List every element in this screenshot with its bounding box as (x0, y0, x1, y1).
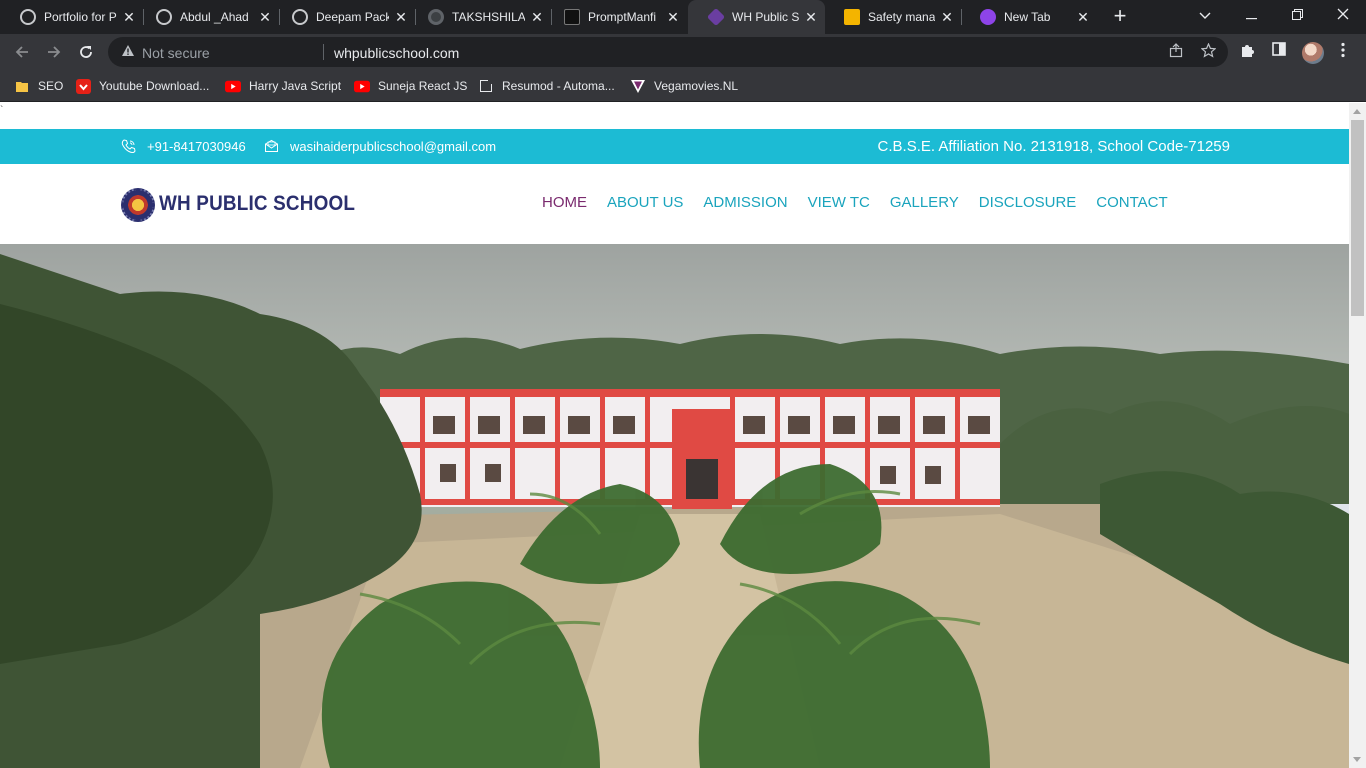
tab-safety-management[interactable]: Safety management ✕ (824, 0, 961, 34)
school-emblem-logo[interactable] (121, 188, 155, 222)
security-status-label[interactable]: Not secure (142, 45, 210, 61)
phone-contact[interactable]: +91-8417030946 (120, 129, 246, 164)
page-icon (478, 78, 494, 94)
warning-triangle-icon[interactable] (120, 44, 136, 60)
site-header: WH PUBLIC SCHOOL HOME ABOUT US ADMISSION… (0, 164, 1349, 244)
tab-wh-public-school[interactable]: WH Public School ✕ (688, 0, 825, 34)
close-tab-icon[interactable]: ✕ (939, 9, 955, 25)
globe-icon (292, 9, 308, 25)
school-campus-photo (0, 244, 1349, 768)
vegamovies-icon (630, 78, 646, 94)
address-bar[interactable]: Not secure whpublicschool.com (108, 37, 1228, 67)
new-tab-icon (980, 9, 996, 25)
stray-character: ` (0, 105, 4, 116)
scroll-up-arrow-icon[interactable] (1353, 109, 1361, 114)
tab-portfolio[interactable]: Portfolio for Portfolio ✕ (0, 0, 143, 34)
more-menu-icon[interactable] (1333, 42, 1353, 62)
browser-toolbar: Not secure whpublicschool.com (0, 34, 1366, 70)
nav-about-us[interactable]: ABOUT US (607, 194, 683, 211)
tab-abdul-ahad[interactable]: Abdul _Ahad ✕ (136, 0, 279, 34)
close-tab-icon[interactable]: ✕ (529, 9, 545, 25)
restore-icon (1291, 9, 1303, 20)
main-nav: HOME ABOUT US ADMISSION VIEW TC GALLERY … (542, 194, 1188, 211)
youtube-icon (354, 78, 370, 94)
email-contact[interactable]: wasihaiderpublicschool@gmail.com (263, 129, 496, 164)
close-icon (1337, 8, 1349, 20)
school-name-logo[interactable]: WH PUBLIC SCHOOL (159, 192, 355, 216)
tab-strip: Portfolio for Portfolio ✕ Abdul _Ahad ✕ … (0, 0, 1366, 34)
bookmark-resumod[interactable]: Resumod - Automa... (478, 76, 615, 96)
restore-button[interactable] (1274, 0, 1320, 30)
globe-icon (156, 9, 172, 25)
graduation-cap-icon (706, 7, 726, 27)
close-tab-icon[interactable]: ✕ (393, 9, 409, 25)
globe-icon (20, 9, 36, 25)
omnibox-divider (323, 44, 324, 60)
close-tab-icon[interactable]: ✕ (803, 9, 819, 25)
back-button[interactable] (8, 38, 36, 66)
new-tab-button[interactable]: + (1108, 5, 1132, 29)
nav-admission[interactable]: ADMISSION (703, 194, 787, 211)
bookmark-youtube-download[interactable]: Youtube Download... (75, 76, 209, 96)
minimize-button[interactable] (1228, 0, 1274, 30)
youtube-icon (225, 78, 241, 94)
url-text[interactable]: whpublicschool.com (334, 45, 459, 61)
envelope-icon (263, 139, 279, 155)
phone-icon (120, 138, 136, 155)
arrow-left-icon (15, 46, 28, 58)
nav-contact[interactable]: CONTACT (1096, 194, 1167, 211)
side-panel-icon[interactable] (1269, 42, 1289, 62)
tab-search-button[interactable] (1182, 0, 1228, 30)
close-window-button[interactable] (1320, 0, 1366, 30)
share-icon[interactable] (1167, 43, 1185, 61)
tab-promptmanfi[interactable]: PromptManfi ✕ (544, 0, 687, 34)
dot-icon (428, 9, 444, 25)
hero-banner-image (0, 244, 1349, 768)
page-viewport: ` +91-8417030946 wasihaiderpublicschool@… (0, 103, 1349, 768)
tab-deepam[interactable]: Deepam Packaging ✕ (272, 0, 415, 34)
prompt-icon (564, 9, 580, 25)
bookmark-seo[interactable]: SEO (14, 76, 63, 96)
reload-icon (80, 46, 92, 58)
nav-disclosure[interactable]: DISCLOSURE (979, 194, 1077, 211)
contact-topbar: +91-8417030946 wasihaiderpublicschool@gm… (0, 129, 1349, 164)
minimize-icon (1245, 18, 1257, 20)
slides-icon (844, 9, 860, 25)
bookmarks-bar: SEO Youtube Download... Harry Java Scrip… (0, 70, 1366, 102)
email-address: wasihaiderpublicschool@gmail.com (290, 139, 497, 154)
close-tab-icon[interactable]: ✕ (257, 9, 273, 25)
page-scrollbar[interactable] (1349, 103, 1366, 768)
reload-button[interactable] (72, 38, 100, 66)
phone-number: +91-8417030946 (147, 139, 246, 154)
close-tab-icon[interactable]: ✕ (665, 9, 681, 25)
scrollbar-thumb[interactable] (1351, 120, 1364, 316)
download-icon (75, 78, 91, 94)
profile-avatar[interactable] (1302, 42, 1324, 64)
nav-gallery[interactable]: GALLERY (890, 194, 959, 211)
tab-takshshila[interactable]: TAKSHSHILA ✕ (408, 0, 551, 34)
extensions-puzzle-icon[interactable] (1237, 42, 1257, 62)
affiliation-text: C.B.S.E. Affiliation No. 2131918, School… (877, 138, 1230, 155)
bookmark-harry-java-script[interactable]: Harry Java Script (225, 76, 341, 96)
scroll-down-arrow-icon[interactable] (1353, 757, 1361, 762)
folder-icon (14, 78, 30, 94)
close-tab-icon[interactable]: ✕ (121, 9, 137, 25)
close-tab-icon[interactable]: ✕ (1075, 9, 1091, 25)
arrow-right-icon (48, 46, 61, 58)
bookmark-star-icon[interactable] (1199, 42, 1217, 61)
bookmark-suneja-react[interactable]: Suneja React JS (354, 76, 467, 96)
nav-home[interactable]: HOME (542, 194, 587, 211)
forward-button[interactable] (40, 38, 68, 66)
nav-view-tc[interactable]: VIEW TC (808, 194, 870, 211)
bookmark-vegamovies[interactable]: Vegamovies.NL (630, 76, 738, 96)
tab-new-tab[interactable]: New Tab ✕ (960, 0, 1097, 34)
chevron-down-icon (1199, 12, 1211, 19)
